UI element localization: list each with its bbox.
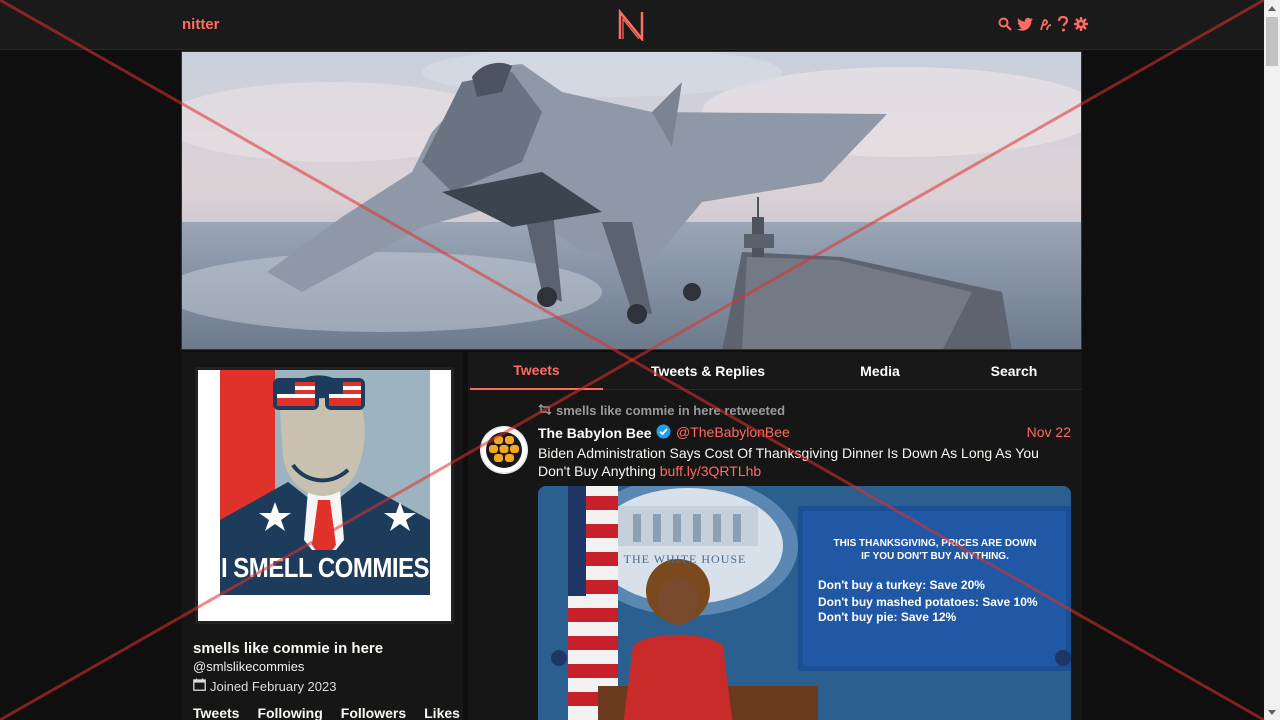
stat-following[interactable]: Following (257, 705, 322, 720)
gear-icon[interactable] (1074, 16, 1088, 32)
scrollbar-thumb[interactable] (1266, 17, 1278, 66)
avatar-caption: I SMELL COMMIES (220, 552, 430, 584)
page-scrollbar[interactable] (1264, 0, 1280, 720)
tab-search[interactable]: Search (964, 352, 1064, 390)
nitter-logo[interactable] (617, 8, 645, 43)
timeline-tabs: Tweets Tweets & Replies Media Search (468, 352, 1082, 390)
profile-fullname[interactable]: smells like commie in here (193, 640, 383, 657)
twitter-bird-icon[interactable] (1016, 16, 1034, 32)
media-screen-line-1: Don't buy a turkey: Save 20% (818, 578, 985, 592)
search-icon[interactable] (998, 16, 1012, 32)
tab-tweets[interactable]: Tweets (470, 352, 603, 390)
media-seal-text: THE WHITE HOUSE (623, 552, 747, 566)
joined-date: Joined February 2023 (210, 678, 337, 694)
profile-avatar[interactable]: I SMELL COMMIES (195, 367, 454, 624)
media-screen-line-2: Don't buy mashed potatoes: Save 10% (818, 595, 1038, 609)
profile-banner[interactable] (181, 51, 1082, 350)
retweet-icon (538, 403, 552, 418)
rss-icon[interactable] (1038, 16, 1052, 32)
tab-tweets-replies[interactable]: Tweets & Replies (636, 352, 780, 390)
page: nitter I SMELL COMMIES smells like commi… (0, 0, 1280, 720)
tweet-avatar[interactable] (480, 426, 528, 474)
help-icon[interactable] (1056, 16, 1070, 32)
tab-media[interactable]: Media (828, 352, 932, 390)
navbar: nitter (0, 0, 1264, 50)
tweet-body: Biden Administration Says Cost Of Thanks… (538, 445, 1039, 479)
retweet-label: smells like commie in here retweeted (556, 403, 786, 418)
profile-joined: Joined February 2023 (193, 678, 336, 694)
tweet-date[interactable]: Nov 22 (1027, 424, 1071, 440)
tweet-username[interactable]: @TheBabylonBee (676, 424, 790, 440)
stat-followers[interactable]: Followers (341, 705, 406, 720)
scroll-up-arrow-icon[interactable] (1264, 0, 1280, 16)
tweet-author-name[interactable]: The Babylon Bee (538, 425, 652, 441)
media-screen-title-2: IF YOU DON'T BUY ANYTHING. (861, 551, 1009, 562)
profile-card: I SMELL COMMIES smells like commie in he… (181, 352, 463, 720)
tweet-fullname[interactable]: The Babylon Bee (538, 424, 671, 442)
calendar-icon (193, 678, 206, 694)
profile-username[interactable]: @smlslikecommies (193, 659, 304, 674)
stat-tweets[interactable]: Tweets (193, 705, 239, 720)
media-screen-line-3: Don't buy pie: Save 12% (818, 610, 957, 624)
tweet-link[interactable]: buff.ly/3QRTLhb (660, 463, 761, 479)
stat-likes[interactable]: Likes (424, 705, 460, 720)
media-screen-title-1: THIS THANKSGIVING, PRICES ARE DOWN (833, 538, 1037, 549)
tweet[interactable]: smells like commie in here retweeted The… (468, 396, 1082, 720)
brand-link[interactable]: nitter (182, 16, 220, 33)
scroll-down-arrow-icon[interactable] (1264, 704, 1280, 720)
verified-badge-icon (656, 424, 671, 442)
tweet-text: Biden Administration Says Cost Of Thanks… (538, 444, 1068, 480)
profile-stats: Tweets Following Followers Likes (193, 705, 460, 720)
retweet-header: smells like commie in here retweeted (538, 403, 785, 418)
timeline: Tweets Tweets & Replies Media Search sme… (468, 352, 1082, 720)
nav-icons (998, 16, 1088, 32)
tweet-media-image[interactable]: THE WHITE HOUSE THIS THANKSGIVING, PRICE… (538, 486, 1071, 720)
